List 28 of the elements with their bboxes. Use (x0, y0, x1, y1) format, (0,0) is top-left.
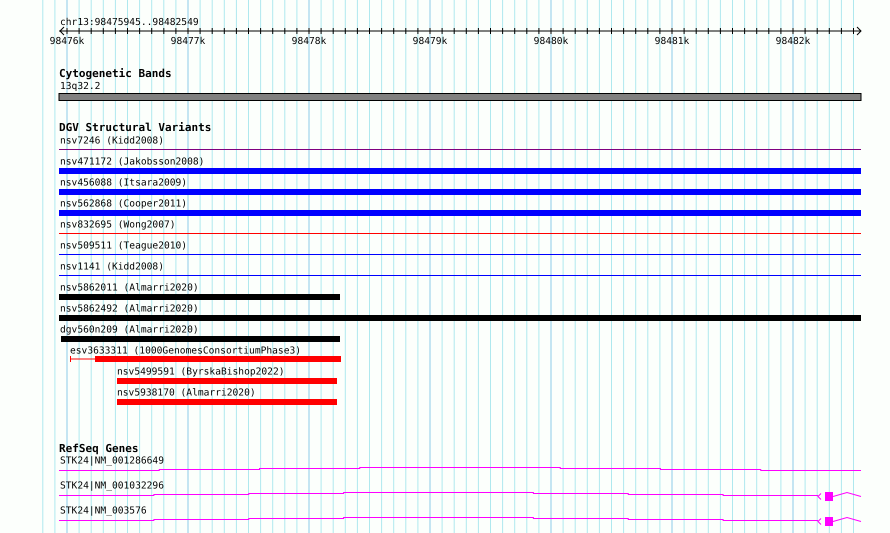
location-label: chr13:98475945..98482549 (60, 17, 199, 28)
gene-label: STK24|NM_003576 (60, 506, 147, 516)
feature-label: nsv5938170 (Almarri2020) (117, 388, 256, 398)
gene-label: STK24|NM_001286649 (60, 456, 164, 466)
ruler-tick-label: 98481k (654, 36, 690, 47)
feature-label: nsv5499591 (ByrskaBishop2022) (117, 366, 285, 378)
gene-label: STK24|NM_001032296 (60, 480, 164, 492)
feature-label: nsv562868 (Cooper2011) (60, 198, 188, 210)
feature-label: nsv5862492 (Almarri2020) (60, 304, 199, 314)
track-title: RefSeq Genes (59, 442, 138, 455)
feature-label: nsv5862011 (Almarri2020) (60, 282, 199, 294)
track-title: Cytogenetic Bands (59, 67, 172, 80)
feature-label: nsv832695 (Wong2007) (60, 220, 176, 230)
feature-label: dgv560n209 (Almarri2020) (60, 324, 199, 336)
ruler-tick-label: 98478k (292, 36, 326, 47)
feature-label: nsv471172 (Jakobsson2008) (60, 156, 204, 168)
feature-label: esv3633311 (1000GenomesConsortiumPhase3) (70, 346, 302, 356)
feature-label: nsv7246 (Kidd2008) (60, 136, 164, 146)
ruler-tick-label: 98477k (170, 36, 206, 47)
ruler-tick-label: 98476k (50, 36, 84, 47)
feature-label: nsv1141 (Kidd2008) (60, 262, 164, 272)
feature-label: nsv509511 (Teague2010) (60, 240, 188, 252)
ruler-tick-label: 98482k (776, 36, 810, 47)
ruler-tick-label: 98479k (412, 36, 448, 47)
feature-label: nsv456088 (Itsara2009) (60, 178, 188, 188)
ruler-tick-label: 98480k (534, 36, 568, 47)
track-title: DGV Structural Variants (59, 121, 212, 134)
band-label: 13q32.2 (60, 81, 100, 92)
